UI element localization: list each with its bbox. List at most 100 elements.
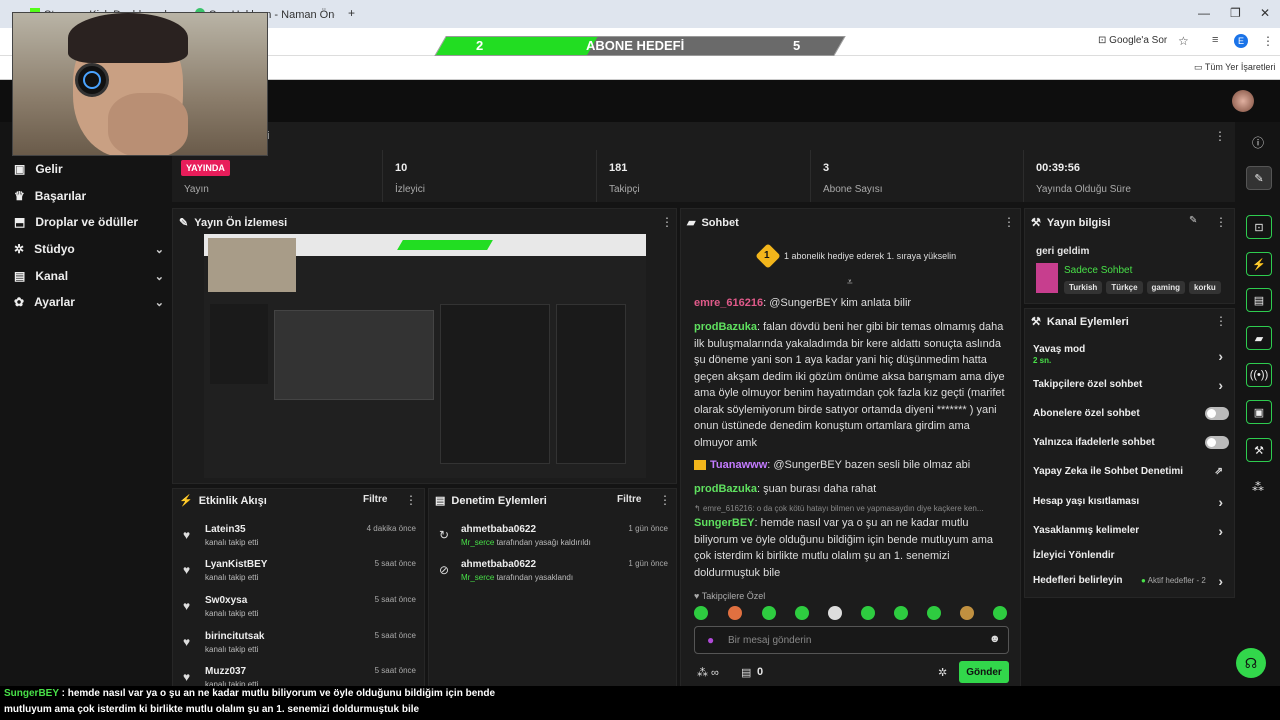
activity-user[interactable]: Latein35: [205, 524, 246, 535]
emoji-icon[interactable]: ☻: [989, 633, 1001, 645]
tag[interactable]: gaming: [1146, 281, 1185, 294]
emote-icon[interactable]: [861, 606, 875, 620]
moderator-name[interactable]: Mr_serce: [461, 573, 494, 582]
sidebar-item-ayarlar[interactable]: ✿ Ayarlar ⌄: [14, 292, 164, 312]
chat-input[interactable]: ● Bir mesaj gönderin ☻: [694, 626, 1009, 654]
all-bookmarks-button[interactable]: ▭ Tüm Yer İşaretleri: [1194, 62, 1275, 73]
reply-preview[interactable]: ↰ emre_616216: o da çok kötü hatayı bilm…: [694, 504, 1010, 513]
emote-icon[interactable]: [795, 606, 809, 620]
toggle-switch[interactable]: [1205, 436, 1229, 449]
more-icon[interactable]: ⋮: [405, 493, 417, 507]
google-search-chip[interactable]: ⊡ Google'a Sor: [1098, 35, 1167, 46]
scroll-down-icon[interactable]: ⩡: [847, 277, 853, 288]
toggle-switch[interactable]: [1205, 407, 1229, 420]
activity-user[interactable]: birincitutsak: [205, 631, 264, 642]
send-button[interactable]: Gönder: [959, 661, 1009, 683]
menu-icon[interactable]: ⋮: [1262, 34, 1274, 48]
chat-placeholder: Bir mesaj gönderin: [728, 635, 812, 646]
sidebar-item-gelir[interactable]: ▣ Gelir: [14, 159, 164, 179]
filter-button[interactable]: Filtre: [617, 494, 641, 505]
emote-icon[interactable]: [894, 606, 908, 620]
emote-icon[interactable]: [694, 606, 708, 620]
lightning-icon[interactable]: ⚡: [1246, 252, 1272, 276]
user-avatar[interactable]: [1232, 90, 1254, 112]
subs-value: 3: [823, 162, 830, 174]
goals-row[interactable]: Hedefleri belirleyin ● Aktif hedefler - 2…: [1033, 573, 1229, 589]
dots-icon[interactable]: ⁂: [1252, 480, 1264, 494]
filter-button[interactable]: Filtre: [363, 494, 387, 505]
pencil-icon[interactable]: ✎: [1189, 215, 1197, 226]
banned-words-row[interactable]: Yasaklanmış kelimeler ›: [1033, 523, 1229, 539]
chat-icon[interactable]: ▰: [1246, 326, 1272, 350]
chat-username[interactable]: emre_616216: [694, 297, 763, 309]
sidebar-item-studyo[interactable]: ✲ Stüdyo ⌄: [14, 239, 164, 259]
moderation-user[interactable]: ahmetbaba0622: [461, 524, 536, 535]
activity-user[interactable]: Sw0xysa: [205, 595, 247, 606]
more-icon[interactable]: ⋮: [1215, 314, 1227, 328]
emote-only-row[interactable]: Yalnızca ifadelerle sohbet: [1033, 436, 1229, 449]
account-age-row[interactable]: Hesap yaşı kısıtlaması ›: [1033, 494, 1229, 510]
sidebar-item-droplar[interactable]: ⬒ Droplar ve ödüller: [14, 212, 164, 232]
activity-user[interactable]: Muzz037: [205, 666, 246, 677]
more-icon[interactable]: ⋮: [1215, 215, 1227, 229]
activity-item: ♥ Latein35 kanalı takip etti 4 dakika önce: [183, 524, 416, 554]
subs-only-row[interactable]: Abonelere özel sohbet: [1033, 407, 1229, 420]
document-icon: ▤: [435, 495, 446, 507]
printer-icon[interactable]: ▣: [1246, 400, 1272, 424]
tag[interactable]: Türkçe: [1106, 281, 1143, 294]
more-icon[interactable]: ⋮: [1003, 215, 1015, 229]
more-icon[interactable]: ⋮: [659, 493, 671, 507]
moderator-name[interactable]: Mr_serce: [461, 538, 494, 547]
tag[interactable]: korku: [1189, 281, 1221, 294]
action-label: Takipçilere özel sohbet: [1033, 379, 1143, 390]
emote-icon[interactable]: [762, 606, 776, 620]
chat-settings-icon[interactable]: ✲: [938, 666, 947, 679]
category-thumbnail[interactable]: [1036, 263, 1058, 293]
chat-username[interactable]: prodBazuka: [694, 483, 757, 495]
stats-row: YAYINDA Yayın 10 İzleyici 181 Takipçi 3 Abo…: [172, 150, 1235, 202]
profile-avatar[interactable]: E: [1234, 34, 1248, 48]
close-icon[interactable]: ✕: [1260, 6, 1270, 20]
new-tab-button[interactable]: +: [348, 6, 355, 20]
dashboard-header: ri ⋮: [172, 122, 1235, 150]
emote-icon[interactable]: [993, 606, 1007, 620]
sidebar-item-kanal[interactable]: ▤ Kanal ⌄: [14, 266, 164, 286]
chat-username[interactable]: Tuanawww: [710, 459, 767, 471]
wrench-icon[interactable]: ⚒: [1246, 438, 1272, 462]
emote-icon[interactable]: [728, 606, 742, 620]
tag[interactable]: Turkish: [1064, 281, 1103, 294]
more-icon[interactable]: ⋮: [1214, 129, 1226, 143]
tab-search-icon[interactable]: ≡: [1212, 34, 1218, 46]
restore-icon[interactable]: ❐: [1230, 6, 1241, 20]
moderation-user[interactable]: ahmetbaba0622: [461, 559, 536, 570]
emote-icon[interactable]: [960, 606, 974, 620]
info-icon[interactable]: ⓘ: [1252, 134, 1264, 151]
star-icon[interactable]: ☆: [1178, 34, 1189, 48]
category-name[interactable]: Sadece Sohbet: [1064, 265, 1132, 276]
chat-username[interactable]: prodBazuka: [694, 321, 757, 333]
gift-banner-text[interactable]: 1 abonelik hediye ederek 1. sıraya yükse…: [784, 251, 956, 261]
points-icon[interactable]: ⁂ ∞: [697, 666, 719, 679]
raid-row[interactable]: İzleyici Yönlendir: [1033, 550, 1229, 561]
edit-layout-icon[interactable]: ✎: [1246, 166, 1272, 190]
emote-icon[interactable]: [927, 606, 941, 620]
followers-only-row[interactable]: Takipçilere özel sohbet ›: [1033, 377, 1229, 393]
support-icon[interactable]: ☊: [1236, 648, 1266, 678]
screen-icon[interactable]: ⊡: [1246, 215, 1272, 239]
emote-icon[interactable]: [828, 606, 842, 620]
chest-icon[interactable]: ▤: [741, 666, 751, 679]
microphone-icon[interactable]: ●: [707, 633, 714, 647]
activity-user[interactable]: LyanKistBEY: [205, 559, 267, 570]
minimize-icon[interactable]: —: [1198, 6, 1210, 20]
broadcast-icon[interactable]: ((•)): [1246, 363, 1272, 387]
ai-moderation-row[interactable]: Yapay Zeka ile Sohbet Denetimi ⇗: [1033, 466, 1229, 477]
stream-preview-video[interactable]: [204, 234, 646, 478]
bookmarks-label: Tüm Yer İşaretleri: [1204, 62, 1276, 72]
edit-icon: ✎: [179, 217, 189, 229]
slow-mode-row[interactable]: Yavaş mod ›: [1033, 344, 1229, 364]
more-icon[interactable]: ⋮: [661, 215, 673, 229]
sidebar-item-basarilar[interactable]: ♛ Başarılar: [14, 186, 164, 206]
viewers-stat: 10 İzleyici: [383, 150, 597, 202]
clipboard-icon[interactable]: ▤: [1246, 288, 1272, 312]
chat-username[interactable]: SungerBEY: [694, 517, 755, 529]
